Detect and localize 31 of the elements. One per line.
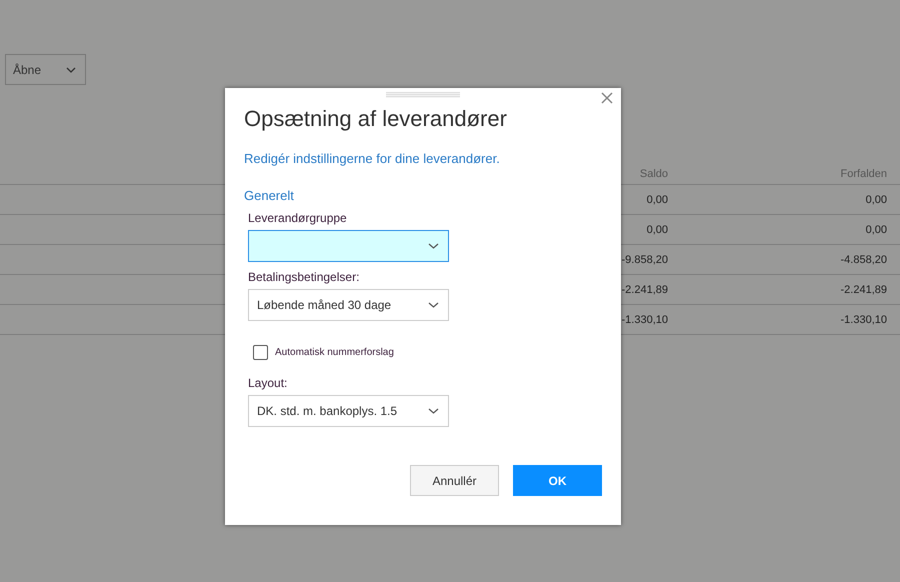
table-cell: -1.330,10: [840, 314, 887, 326]
dialog-title: Opsætning af leverandører: [244, 106, 508, 132]
column-header: Saldo: [640, 168, 668, 180]
table-cell: 0,00: [646, 224, 668, 236]
cancel-button[interactable]: Annullér: [410, 465, 499, 496]
select-field[interactable]: [248, 230, 449, 262]
chevron-down-icon: [428, 243, 439, 249]
select-field[interactable]: DK. std. m. bankoplys. 1.5: [248, 395, 449, 427]
field-label: Betalingsbetingelser:: [248, 270, 360, 284]
column-header: Forfalden: [840, 168, 887, 180]
checkbox[interactable]: [253, 345, 268, 360]
table-cell: -9.858,20: [622, 254, 668, 266]
chevron-down-icon: [428, 302, 439, 308]
filter-dropdown[interactable]: Åbne: [5, 54, 86, 85]
close-icon[interactable]: [601, 92, 613, 104]
table-cell: 0,00: [646, 194, 668, 206]
field-label: Leverandørgruppe: [248, 211, 348, 225]
chevron-down-icon: [66, 66, 76, 72]
table-cell: -2.241,89: [840, 284, 887, 296]
dialog-subtitle: Redigér indstillingerne for dine leverandører.: [244, 151, 501, 166]
section-heading: Generelt: [244, 188, 295, 203]
table-cell: -1.330,10: [622, 314, 668, 326]
table-cell: 0,00: [866, 224, 887, 236]
field-label: Layout:: [248, 376, 288, 390]
drag-handle[interactable]: [386, 92, 460, 98]
chevron-down-icon: [428, 408, 439, 414]
table-cell: 0,00: [866, 194, 887, 206]
table-cell: -2.241,89: [622, 284, 668, 296]
select-field[interactable]: Løbende måned 30 dage: [248, 289, 449, 321]
checkbox-label: Automatisk nummerforslag: [275, 347, 394, 358]
table-cell: -4.858,20: [840, 254, 887, 266]
